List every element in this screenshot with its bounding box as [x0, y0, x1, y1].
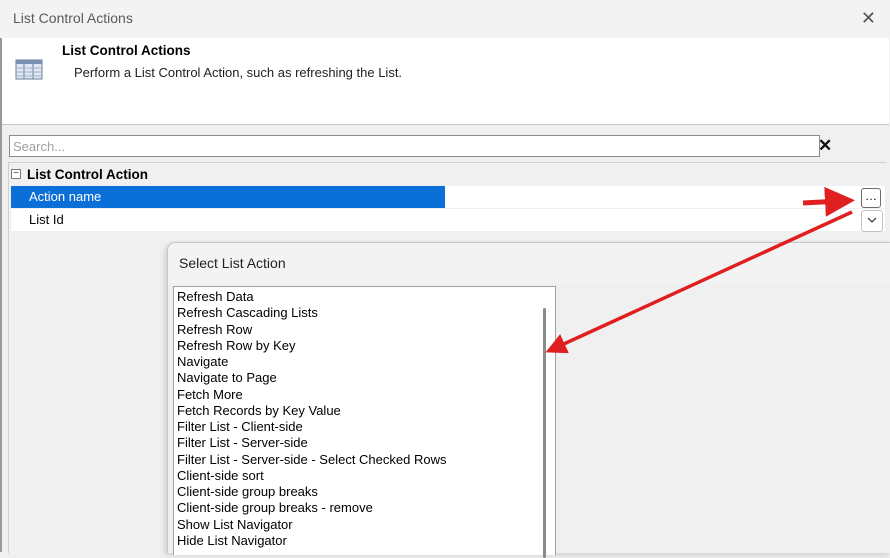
property-value[interactable] [447, 186, 847, 208]
list-item[interactable]: Navigate to Page [177, 370, 555, 386]
list-item[interactable]: Client-side group breaks [177, 484, 555, 500]
list-item[interactable]: Refresh Row [177, 322, 555, 338]
header-description: Perform a List Control Action, such as r… [74, 65, 403, 80]
scrollbar-thumb[interactable] [543, 308, 546, 558]
property-row-list-id[interactable]: List Id [11, 209, 885, 232]
list-item[interactable]: Refresh Row by Key [177, 338, 555, 354]
list-item[interactable]: Refresh Data [177, 289, 555, 305]
category-row: − List Control Action [9, 163, 886, 185]
window-title: List Control Actions [13, 10, 133, 26]
list-item[interactable]: Hide List Navigator [177, 533, 555, 549]
category-label: List Control Action [27, 167, 148, 182]
list-item[interactable]: Fetch Records by Key Value [177, 403, 555, 419]
select-list-action-popup: Select List Action Refresh Data Refresh C… [167, 242, 890, 558]
list-table-icon [15, 58, 43, 80]
dialog-header: List Control Actions Perform a List Cont… [2, 38, 889, 125]
list-item[interactable]: Show List Navigator [177, 517, 555, 533]
property-row-action-name[interactable]: Action name … [11, 186, 885, 208]
list-item[interactable]: Filter List - Server-side [177, 435, 555, 451]
property-value[interactable] [447, 209, 847, 231]
clear-search-icon[interactable]: ✕ [818, 136, 832, 156]
list-item[interactable]: Refresh Cascading Lists [177, 305, 555, 321]
list-item[interactable]: Client-side sort [177, 468, 555, 484]
popup-title: Select List Action [179, 255, 286, 271]
list-item[interactable]: Filter List - Server-side - Select Check… [177, 452, 555, 468]
window-titlebar: List Control Actions ✕ [0, 0, 890, 38]
dropdown-button[interactable] [861, 210, 883, 232]
search-input[interactable] [9, 135, 820, 157]
property-name[interactable]: Action name [11, 186, 445, 208]
list-item[interactable]: Navigate [177, 354, 555, 370]
chevron-down-icon [867, 217, 877, 223]
ellipsis-button[interactable]: … [861, 188, 881, 208]
list-item[interactable]: Client-side group breaks - remove [177, 500, 555, 516]
action-listbox[interactable]: Refresh Data Refresh Cascading Lists Refre… [173, 286, 556, 558]
collapse-icon[interactable]: − [11, 169, 21, 179]
close-icon[interactable]: ✕ [861, 8, 876, 29]
list-item[interactable]: Fetch More [177, 387, 555, 403]
list-item[interactable]: Filter List - Client-side [177, 419, 555, 435]
scrollbar[interactable] [536, 288, 553, 558]
property-name[interactable]: List Id [11, 209, 445, 231]
header-title: List Control Actions [62, 43, 191, 58]
action-list: Refresh Data Refresh Cascading Lists Refre… [174, 287, 555, 549]
